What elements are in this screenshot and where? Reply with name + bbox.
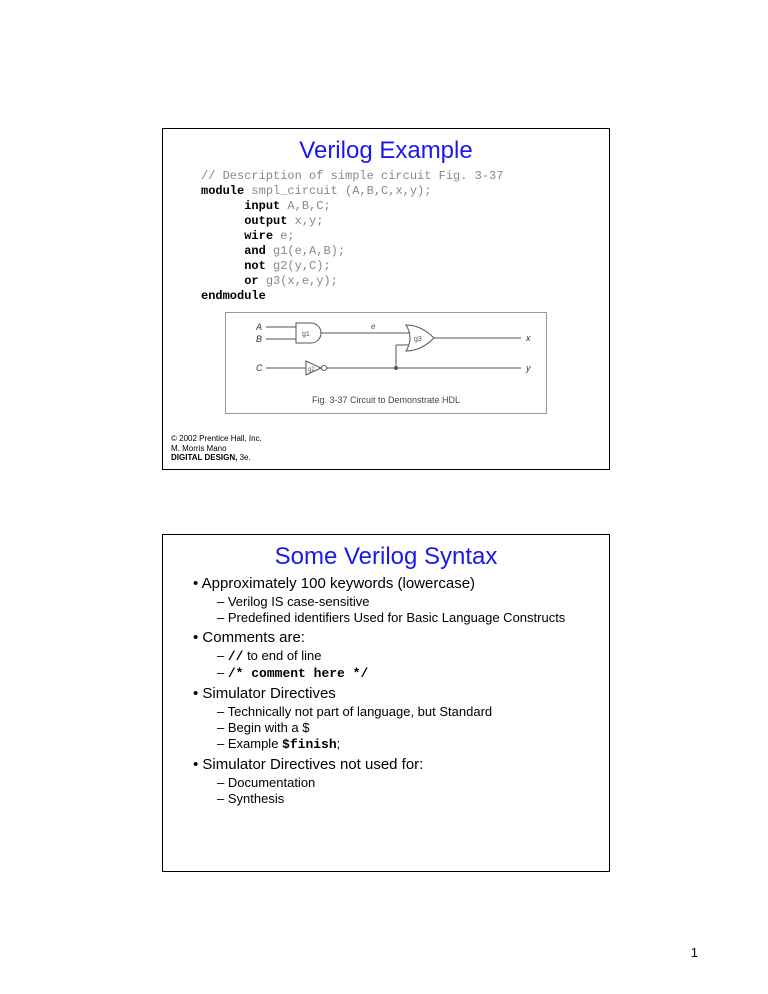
circuit-diagram: g1 A B e g3 x g2 C y Fig — [225, 312, 547, 414]
kw-endmodule: endmodule — [201, 289, 266, 303]
bullet-directives: Simulator Directives — [193, 685, 609, 702]
sub-not-part: Technically not part of language, but St… — [217, 704, 609, 719]
sub-finish: Example $finish; — [217, 736, 609, 752]
sub-dollar: Begin with a $ — [217, 720, 609, 735]
bullet-list: Approximately 100 keywords (lowercase) V… — [193, 575, 609, 806]
svg-text:A: A — [255, 322, 262, 332]
sub-comment-line: // to end of line — [217, 648, 609, 664]
page-number: 1 — [691, 945, 698, 960]
kw-module: module — [201, 184, 244, 198]
copyright-line1: © 2002 Prentice Hall, Inc. — [171, 434, 262, 444]
bullet-keywords: Approximately 100 keywords (lowercase) — [193, 575, 609, 592]
slide-verilog-syntax: Some Verilog Syntax Approximately 100 ke… — [162, 534, 610, 872]
copyright-line2: M. Morris Mano — [171, 444, 262, 454]
sub-comment-block: /* comment here */ — [217, 665, 609, 681]
slide-verilog-example: Verilog Example // Description of simple… — [162, 128, 610, 470]
svg-text:C: C — [256, 363, 263, 373]
slide1-title: Verilog Example — [163, 137, 609, 165]
kw-or: or — [244, 274, 258, 288]
kw-output: output — [244, 214, 287, 228]
svg-text:y: y — [525, 363, 531, 373]
svg-text:g1: g1 — [302, 331, 310, 338]
bullet-comments: Comments are: — [193, 629, 609, 646]
copyright-line3: DIGITAL DESIGN, 3e. — [171, 453, 262, 463]
svg-text:g3: g3 — [414, 336, 422, 343]
kw-wire: wire — [244, 229, 273, 243]
figure-caption: Fig. 3-37 Circuit to Demonstrate HDL — [226, 395, 546, 405]
code-block: // Description of simple circuit Fig. 3-… — [201, 169, 609, 304]
svg-text:e: e — [371, 322, 376, 331]
copyright-block: © 2002 Prentice Hall, Inc. M. Morris Man… — [171, 434, 262, 463]
svg-text:B: B — [256, 334, 262, 344]
svg-text:x: x — [525, 333, 531, 343]
bullet-not-used: Simulator Directives not used for: — [193, 756, 609, 773]
sub-case-sensitive: Verilog IS case-sensitive — [217, 594, 609, 609]
kw-input: input — [244, 199, 280, 213]
slide2-title: Some Verilog Syntax — [163, 543, 609, 571]
kw-and: and — [244, 244, 266, 258]
sub-synth: Synthesis — [217, 791, 609, 806]
kw-not: not — [244, 259, 266, 273]
sub-doc: Documentation — [217, 775, 609, 790]
code-comment: // Description of simple circuit Fig. 3-… — [201, 169, 503, 183]
svg-text:g2: g2 — [308, 367, 315, 373]
sub-identifiers: Predefined identifiers Used for Basic La… — [217, 610, 609, 625]
